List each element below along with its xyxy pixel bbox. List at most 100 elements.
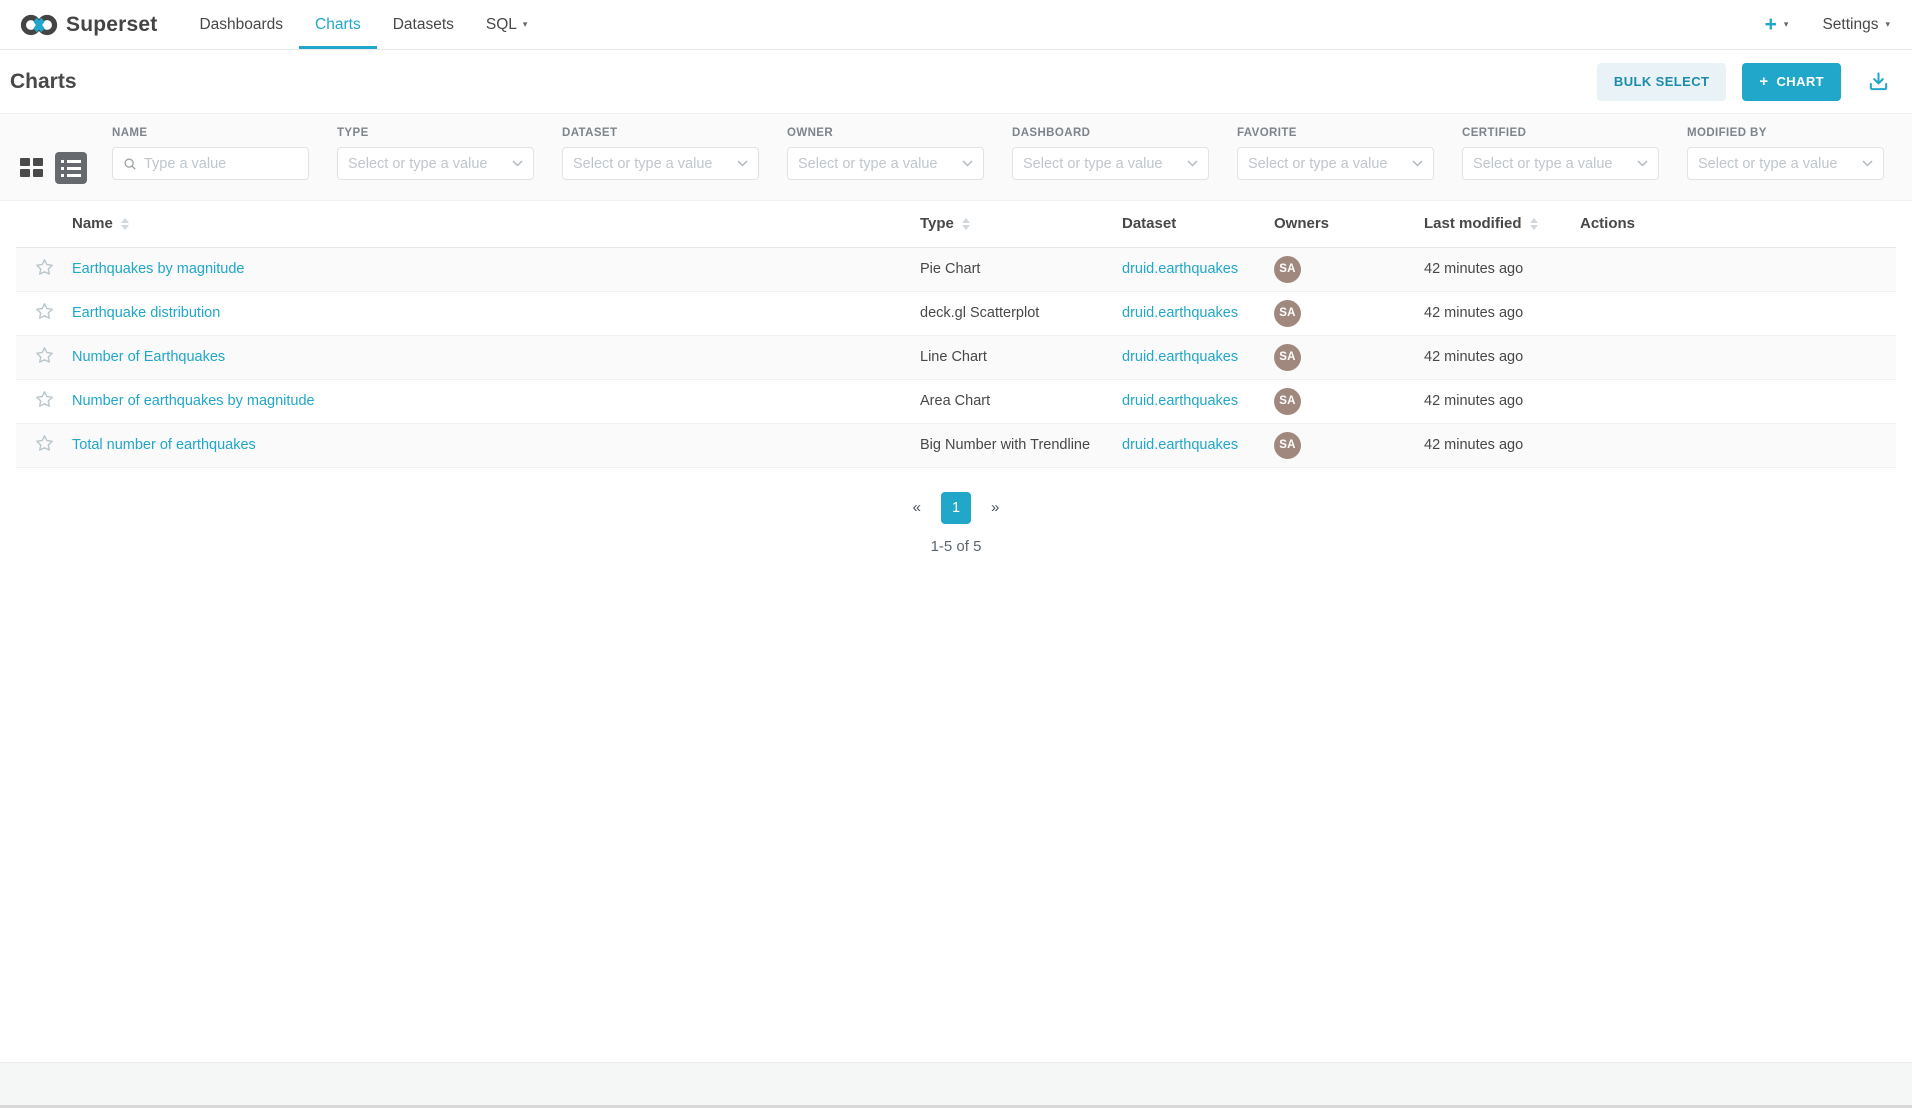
nav-item-charts[interactable]: Charts	[299, 0, 377, 49]
chart-name-link[interactable]: Number of earthquakes by magnitude	[72, 393, 315, 409]
nav-right: + ▾ Settings ▾	[1765, 0, 1892, 49]
certified-filter-select[interactable]: Select or type a value	[1462, 147, 1659, 180]
favorite-star-button[interactable]	[35, 258, 54, 277]
nav-item-dashboards[interactable]: Dashboards	[183, 0, 299, 49]
chevron-down-icon	[962, 160, 973, 167]
last-modified-column-header[interactable]: Last modified	[1424, 201, 1580, 247]
type-filter-select[interactable]: Select or type a value	[337, 147, 534, 180]
filter-label: DATASET	[562, 127, 759, 139]
dataset-link[interactable]: druid.earthquakes	[1122, 261, 1238, 277]
next-page-button[interactable]: »	[987, 495, 1003, 520]
chart-type: Line Chart	[920, 349, 987, 365]
chart-type: Area Chart	[920, 393, 990, 409]
pagination: « 1 » 1-5 of 5	[0, 492, 1912, 555]
table-row: Earthquakes by magnitude Pie Chart druid…	[16, 247, 1896, 291]
list-icon	[61, 160, 87, 163]
column-label: Last modified	[1424, 215, 1522, 232]
top-navbar: Superset Dashboards Charts Datasets SQL …	[0, 0, 1912, 50]
name-filter-input[interactable]	[144, 156, 298, 172]
chevron-down-icon	[1187, 160, 1198, 167]
grid-icon	[33, 169, 43, 177]
chevron-down-icon: ▾	[1784, 20, 1789, 29]
filter-field-favorite: FAVORITE Select or type a value	[1237, 127, 1434, 180]
sort-icon	[1530, 218, 1538, 230]
chevron-down-icon	[1412, 160, 1423, 167]
owner-avatar[interactable]: SA	[1274, 388, 1301, 415]
column-label: Owners	[1274, 215, 1329, 232]
modified-by-filter-select[interactable]: Select or type a value	[1687, 147, 1884, 180]
table-row: Earthquake distribution deck.gl Scatterp…	[16, 291, 1896, 335]
favorite-star-button[interactable]	[35, 346, 54, 365]
owner-filter-select[interactable]: Select or type a value	[787, 147, 984, 180]
settings-menu[interactable]: Settings ▾	[1822, 16, 1890, 34]
page-1-button[interactable]: 1	[941, 492, 971, 524]
select-placeholder: Select or type a value	[573, 156, 737, 172]
owners-column-header: Owners	[1274, 201, 1424, 247]
filter-label: MODIFIED BY	[1687, 127, 1884, 139]
select-placeholder: Select or type a value	[1248, 156, 1412, 172]
actions-column-header: Actions	[1580, 201, 1896, 247]
name-column-header[interactable]: Name	[72, 201, 920, 247]
plus-icon: +	[1759, 73, 1768, 90]
download-icon	[1867, 70, 1890, 93]
favorite-star-button[interactable]	[35, 434, 54, 453]
main-nav: Dashboards Charts Datasets SQL ▾	[183, 0, 543, 49]
dataset-link[interactable]: druid.earthquakes	[1122, 305, 1238, 321]
grid-icon	[20, 158, 30, 166]
chevron-down-icon: ▾	[1885, 20, 1890, 29]
list-icon	[61, 174, 87, 177]
chart-name-link[interactable]: Earthquakes by magnitude	[72, 261, 245, 277]
card-view-toggle[interactable]	[20, 158, 44, 178]
dataset-link[interactable]: druid.earthquakes	[1122, 349, 1238, 365]
bulk-select-button[interactable]: BULK SELECT	[1597, 63, 1726, 101]
add-chart-label: CHART	[1777, 74, 1825, 89]
search-icon	[123, 157, 137, 171]
filter-field-certified: CERTIFIED Select or type a value	[1462, 127, 1659, 180]
list-view-toggle[interactable]	[55, 152, 87, 184]
column-label: Type	[920, 215, 954, 232]
dataset-filter-select[interactable]: Select or type a value	[562, 147, 759, 180]
owner-avatar[interactable]: SA	[1274, 256, 1301, 283]
chart-type: deck.gl Scatterplot	[920, 305, 1039, 321]
favorite-filter-select[interactable]: Select or type a value	[1237, 147, 1434, 180]
row-actions	[1580, 291, 1896, 335]
export-button[interactable]	[1867, 70, 1890, 93]
favorite-star-button[interactable]	[35, 302, 54, 321]
owner-avatar[interactable]: SA	[1274, 300, 1301, 327]
nav-item-label: SQL	[486, 16, 517, 34]
dataset-link[interactable]: druid.earthquakes	[1122, 437, 1238, 453]
new-item-menu[interactable]: + ▾	[1765, 14, 1789, 35]
page-title: Charts	[10, 70, 77, 94]
filter-label: TYPE	[337, 127, 534, 139]
footer-strip	[0, 1062, 1912, 1108]
chart-name-link[interactable]: Number of Earthquakes	[72, 349, 225, 365]
filter-label: DASHBOARD	[1012, 127, 1209, 139]
superset-logo[interactable]: Superset	[20, 0, 157, 49]
table-row: Number of earthquakes by magnitude Area …	[16, 379, 1896, 423]
dataset-link[interactable]: druid.earthquakes	[1122, 393, 1238, 409]
filter-label: FAVORITE	[1237, 127, 1434, 139]
filter-field-owner: OWNER Select or type a value	[787, 127, 984, 180]
table-row: Total number of earthquakes Big Number w…	[16, 423, 1896, 467]
chart-name-link[interactable]: Earthquake distribution	[72, 305, 220, 321]
chart-name-link[interactable]: Total number of earthquakes	[72, 437, 256, 453]
nav-item-label: Datasets	[393, 16, 454, 34]
settings-label: Settings	[1822, 16, 1878, 34]
column-label: Dataset	[1122, 215, 1176, 232]
previous-page-button[interactable]: «	[909, 495, 925, 520]
filter-field-type: TYPE Select or type a value	[337, 127, 534, 180]
owner-avatar[interactable]: SA	[1274, 344, 1301, 371]
charts-table: Name Type Dataset Owners Last modified A…	[16, 201, 1896, 468]
filter-bar: NAME TYPE Select or type a value DATASET…	[0, 113, 1912, 201]
filter-label: CERTIFIED	[1462, 127, 1659, 139]
dashboard-filter-select[interactable]: Select or type a value	[1012, 147, 1209, 180]
last-modified: 42 minutes ago	[1424, 393, 1523, 409]
owner-avatar[interactable]: SA	[1274, 432, 1301, 459]
chart-type: Pie Chart	[920, 261, 980, 277]
favorite-star-button[interactable]	[35, 390, 54, 409]
type-column-header[interactable]: Type	[920, 201, 1122, 247]
column-label: Name	[72, 215, 113, 232]
add-chart-button[interactable]: + CHART	[1742, 63, 1841, 101]
nav-item-datasets[interactable]: Datasets	[377, 0, 470, 49]
nav-item-sql[interactable]: SQL ▾	[470, 0, 544, 49]
